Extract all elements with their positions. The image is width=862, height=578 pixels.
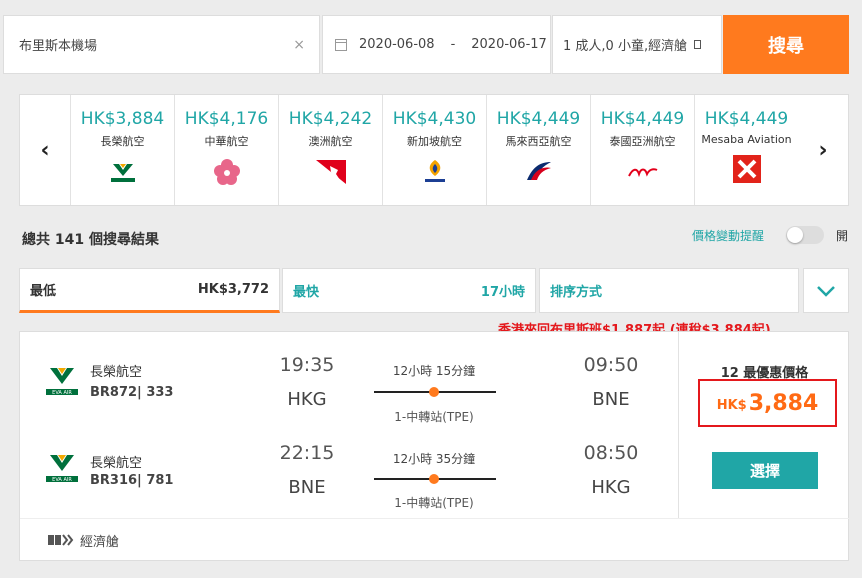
segment-departure-time: 22:15 xyxy=(279,442,335,464)
airline-name: 泰國亞洲航空 xyxy=(609,135,676,148)
airline-price: HK$4,449 xyxy=(600,109,685,129)
segment-arrival-airport: HKG xyxy=(591,477,631,498)
malaysia-airlines-logo-icon xyxy=(523,158,555,186)
tab-sort-label: 排序方式 xyxy=(550,285,603,300)
passenger-field[interactable]: 1 成人,0 小童,經濟艙 xyxy=(552,15,722,74)
airline-carousel: ‹ HK$3,884 長榮航空 HK$4,176 中華航空 HK$4,242 澳… xyxy=(19,94,849,206)
tab-fastest[interactable]: 最快 17小時 xyxy=(282,268,536,313)
airline-name: Mesaba Aviation xyxy=(701,133,792,146)
china-airlines-logo-icon xyxy=(211,158,243,186)
tab-fastest-time: 17小時 xyxy=(480,285,525,300)
airline-card-malaysia[interactable]: HK$4,449 馬來西亞航空 xyxy=(486,95,590,205)
tab-lowest-price: HK$3,772 xyxy=(197,282,269,297)
stop-marker xyxy=(429,474,439,484)
toggle-label: 開 xyxy=(836,229,849,243)
segment-airline: 長榮航空 xyxy=(90,456,143,471)
svg-text:EVA AIR: EVA AIR xyxy=(52,477,72,483)
segment-duration: 12小時 35分鐘 xyxy=(392,452,476,466)
select-button[interactable]: 選擇 xyxy=(712,452,818,489)
airline-card-thai-airasia[interactable]: HK$4,449 泰國亞洲航空 xyxy=(590,95,694,205)
airline-name: 新加坡航空 xyxy=(407,135,462,148)
price-alert-toggle[interactable] xyxy=(786,226,824,244)
airline-card-mesaba[interactable]: HK$4,449 Mesaba Aviation xyxy=(694,95,798,205)
airline-card-eva[interactable]: HK$3,884 長榮航空 xyxy=(70,95,174,205)
date-range-field[interactable]: 2020-06-08 - 2020-06-17 xyxy=(322,15,551,74)
clear-icon[interactable]: × xyxy=(293,37,305,53)
seat-icon xyxy=(48,534,74,546)
tab-sort[interactable]: 排序方式 xyxy=(539,268,799,313)
tab-lowest[interactable]: 最低 HK$3,772 xyxy=(19,268,280,313)
singapore-airlines-logo-icon xyxy=(419,158,451,186)
eva-air-logo-icon xyxy=(107,158,139,186)
search-button[interactable]: 搜尋 xyxy=(723,15,849,74)
airline-name: 中華航空 xyxy=(204,135,249,148)
date-to: 2020-06-17 xyxy=(471,37,547,52)
passenger-value: 1 成人,0 小童,經濟艙 xyxy=(563,39,688,54)
date-separator: - xyxy=(450,37,456,52)
carousel-next-icon[interactable]: › xyxy=(798,95,848,205)
airline-card-china-airlines[interactable]: HK$4,176 中華航空 xyxy=(174,95,278,205)
qantas-logo-icon xyxy=(315,158,347,186)
svg-text:EVA AIR: EVA AIR xyxy=(52,390,72,396)
segment-arrival-airport: BNE xyxy=(592,389,630,410)
airline-card-singapore[interactable]: HK$4,430 新加坡航空 xyxy=(382,95,486,205)
airline-price: HK$4,430 xyxy=(392,109,477,129)
carousel-prev-icon[interactable]: ‹ xyxy=(20,95,70,205)
segment-arrival-time: 08:50 xyxy=(583,442,639,464)
airline-price: HK$4,449 xyxy=(704,109,789,129)
segment-arrival-time: 09:50 xyxy=(583,354,639,376)
segment-duration: 12小時 15分鐘 xyxy=(392,364,476,378)
airline-price: HK$4,449 xyxy=(496,109,581,129)
thai-airasia-logo-icon xyxy=(627,158,659,186)
airline-card-qantas[interactable]: HK$4,242 澳洲航空 xyxy=(278,95,382,205)
destination-field[interactable]: 布里斯本機場 × xyxy=(3,15,320,74)
mesaba-logo-icon xyxy=(731,155,763,183)
date-from: 2020-06-08 xyxy=(359,37,435,52)
airline-price: HK$3,884 xyxy=(80,109,165,129)
segment-airline: 長榮航空 xyxy=(90,365,143,380)
destination-value: 布里斯本機場 xyxy=(19,39,98,54)
price-box: HK$ 3,884 xyxy=(698,379,837,427)
chevron-down-icon xyxy=(817,285,835,297)
segment-departure-airport: BNE xyxy=(288,477,326,498)
segment-flight-number: BR872| 333 xyxy=(90,385,174,400)
stop-marker xyxy=(429,387,439,397)
segment-stops: 1-中轉站(TPE) xyxy=(394,410,474,424)
eva-air-logo-icon: EVA AIR xyxy=(46,455,78,483)
segment-departure-airport: HKG xyxy=(287,389,327,410)
price-panel: 12 最優惠價格 HK$ 3,884 選擇 xyxy=(678,332,849,518)
tab-fastest-label: 最快 xyxy=(293,285,320,300)
passenger-dropdown-icon xyxy=(694,40,702,49)
tab-lowest-label: 最低 xyxy=(30,284,57,299)
flight-result-card: EVA AIR 長榮航空 BR872| 333 19:35 HKG 12小時 1… xyxy=(19,331,849,561)
segment-stops: 1-中轉站(TPE) xyxy=(394,496,474,510)
airline-name: 澳洲航空 xyxy=(308,135,353,148)
calendar-icon xyxy=(335,38,347,51)
airline-name: 長榮航空 xyxy=(100,135,145,148)
airline-price: HK$4,176 xyxy=(184,109,269,129)
airline-price: HK$4,242 xyxy=(288,109,373,129)
result-count: 總共 141 個搜尋結果 xyxy=(22,232,159,248)
cabin-class: 經濟艙 xyxy=(80,534,120,550)
price-value: 3,884 xyxy=(748,390,819,416)
segment-flight-number: BR316| 781 xyxy=(90,473,174,488)
sort-dropdown-button[interactable] xyxy=(803,268,849,313)
price-currency: HK$ xyxy=(716,397,747,413)
price-alert-link[interactable]: 價格變動提醒 xyxy=(692,227,764,244)
cabin-row: 經濟艙 xyxy=(20,518,849,561)
eva-air-logo-icon: EVA AIR xyxy=(46,368,78,396)
segment-departure-time: 19:35 xyxy=(279,354,335,376)
airline-name: 馬來西亞航空 xyxy=(505,135,572,148)
